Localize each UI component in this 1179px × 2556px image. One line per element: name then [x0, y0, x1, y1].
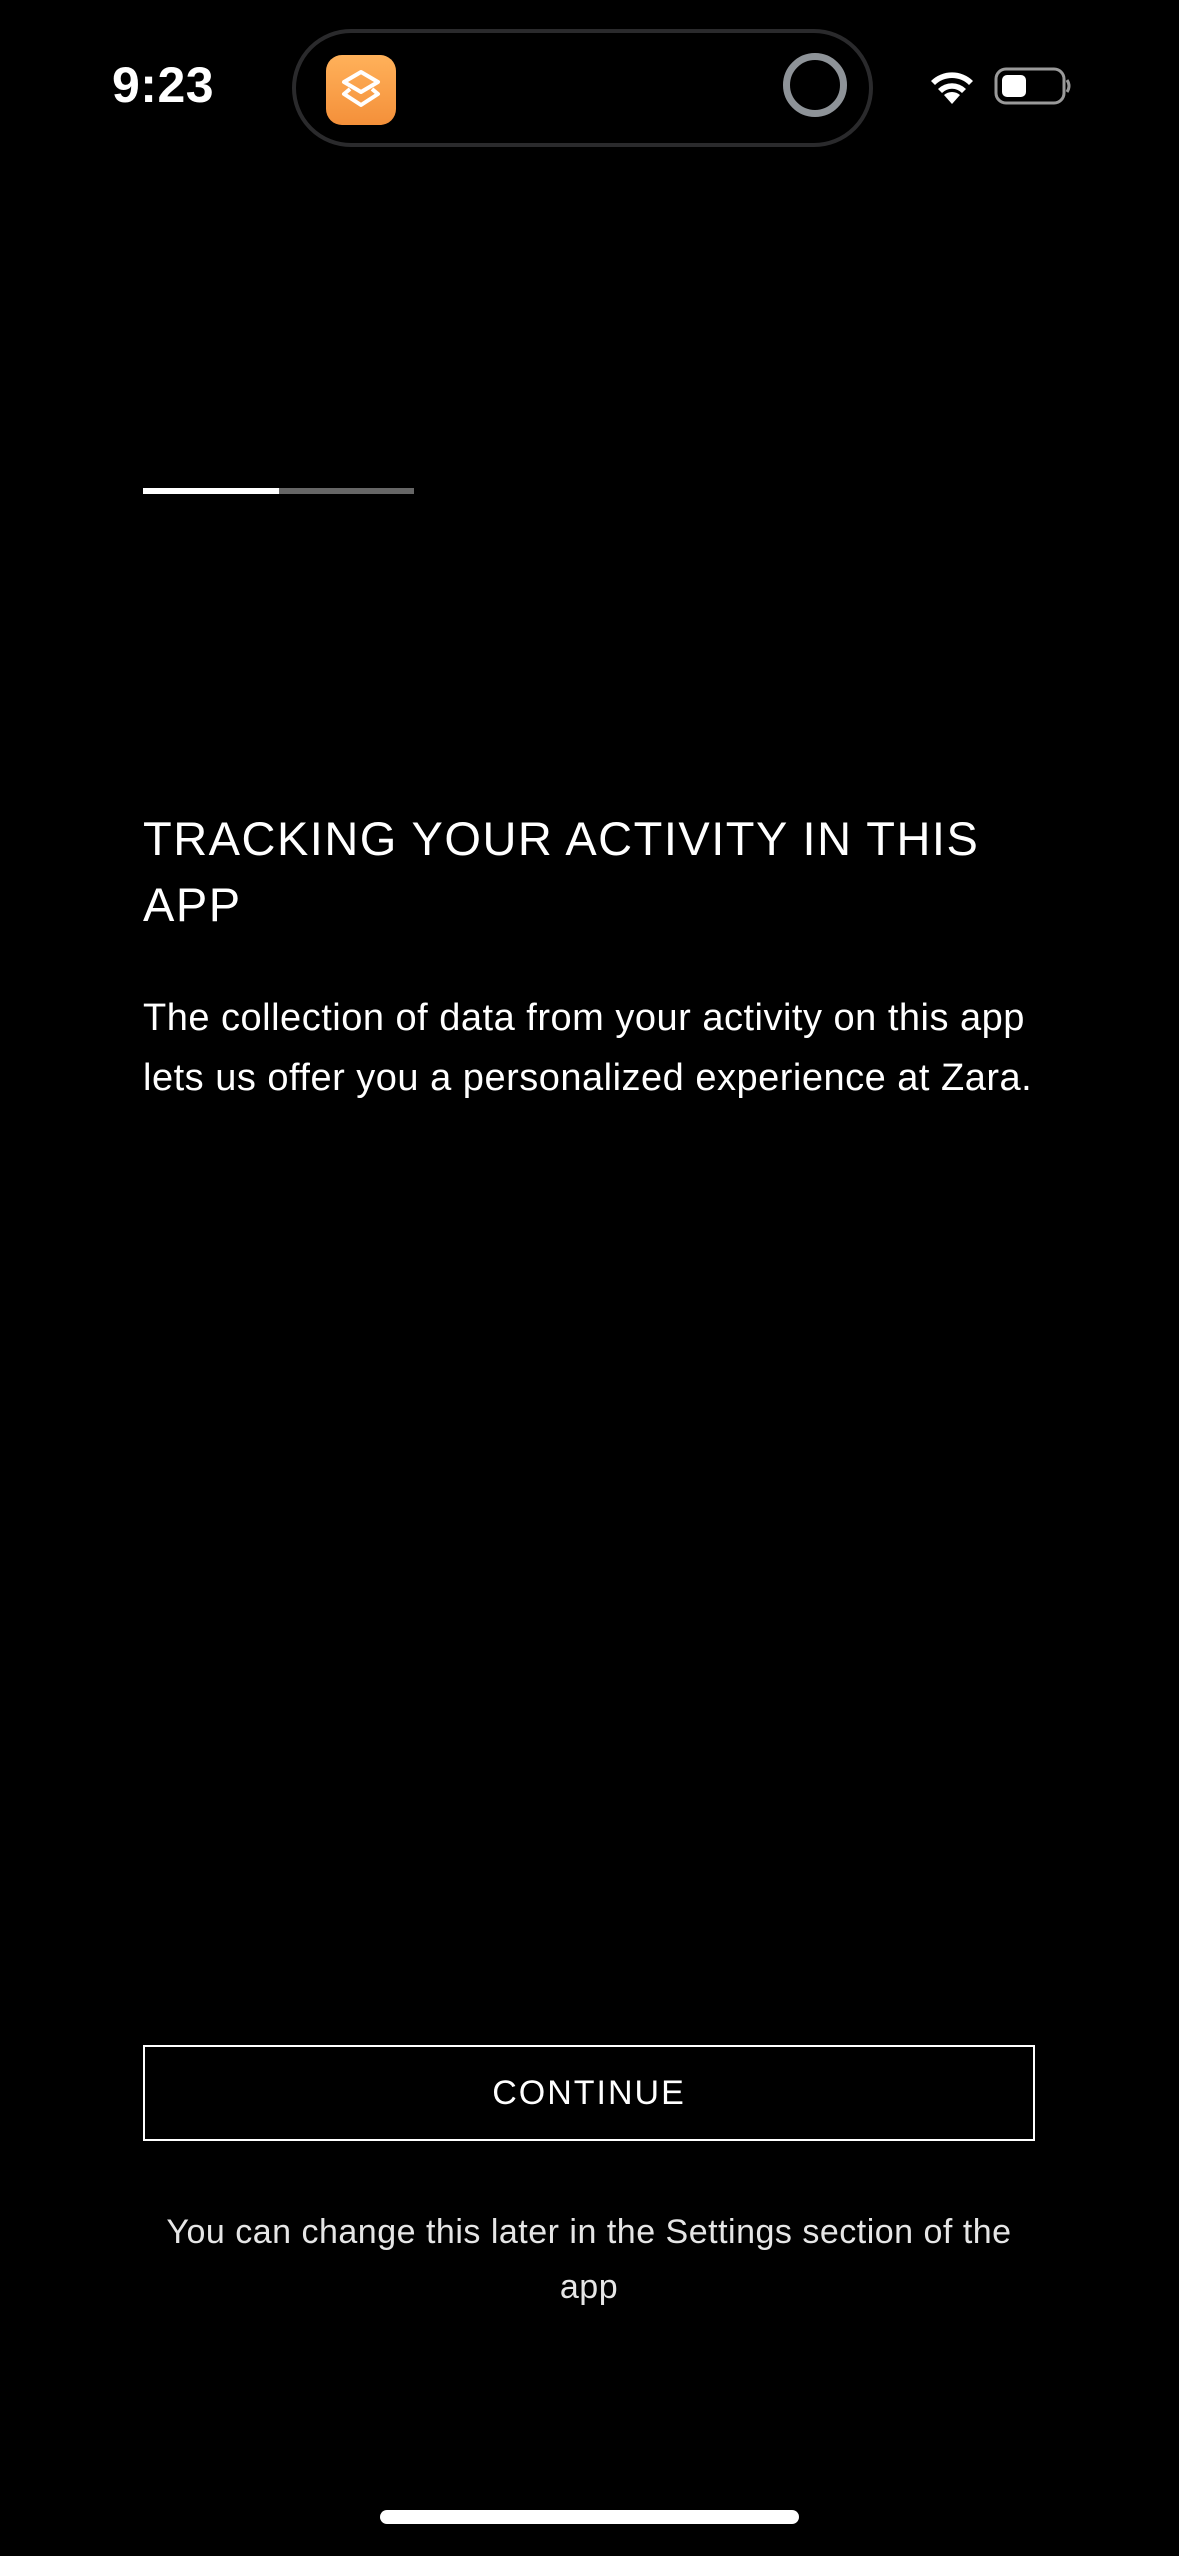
onboarding-progress-fill [143, 488, 279, 494]
settings-footnote: You can change this later in the Setting… [166, 2213, 1012, 2306]
onboarding-progress-bar [143, 488, 414, 494]
home-indicator[interactable] [380, 2510, 799, 2524]
status-time: 9:23 [112, 57, 215, 113]
shortcuts-app-icon [326, 55, 396, 125]
page-title: TRACKING YOUR ACTIVITY IN THIS APP [143, 812, 980, 931]
layers-icon [342, 70, 380, 107]
continue-button[interactable]: CONTINUE [143, 2045, 1035, 2141]
activity-progress-ring-icon [783, 53, 847, 117]
tracking-description: The collection of data from your activit… [143, 997, 1033, 1099]
battery-icon [994, 67, 1071, 105]
dynamic-island[interactable] [292, 29, 873, 147]
wifi-icon [931, 72, 973, 104]
